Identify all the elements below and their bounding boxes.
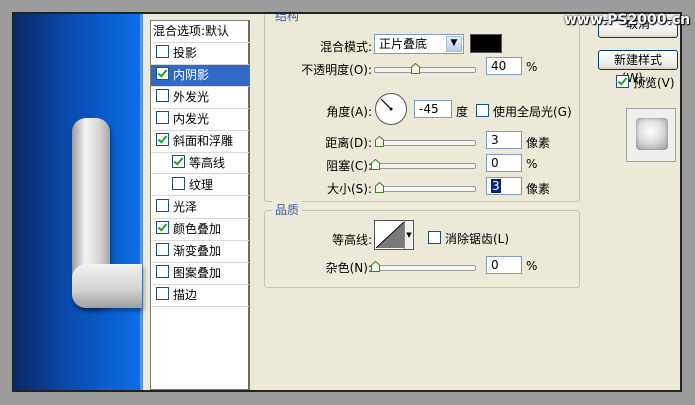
canvas-edge	[140, 14, 143, 390]
blending-options-label: 混合选项:默认	[153, 24, 230, 38]
chevron-down-icon[interactable]: ▼	[446, 36, 462, 52]
choke-input[interactable]: 0	[486, 154, 522, 172]
contour-linear-icon	[376, 222, 404, 248]
blend-mode-label: 混合模式:	[319, 40, 372, 54]
style-item-label: 外发光	[173, 90, 210, 104]
style-item-checkbox[interactable]	[156, 199, 169, 212]
angle-dial[interactable]	[374, 92, 408, 126]
style-item-checkbox[interactable]	[156, 89, 169, 102]
choke-slider-thumb[interactable]	[371, 159, 380, 170]
style-item[interactable]: 图案叠加	[151, 263, 249, 285]
opacity-unit: %	[526, 60, 538, 74]
style-item-checkbox[interactable]	[156, 133, 169, 146]
style-item-checkbox[interactable]	[172, 155, 185, 168]
noise-input[interactable]: 0	[486, 256, 522, 274]
antialias-check[interactable]	[428, 231, 441, 244]
quality-title: 品质	[272, 201, 303, 218]
style-item-label: 渐变叠加	[173, 244, 222, 258]
style-item[interactable]: 投影	[151, 43, 249, 65]
size-slider-thumb[interactable]	[375, 182, 384, 193]
distance-slider-thumb[interactable]	[375, 136, 384, 147]
letter-l-foot-artwork	[72, 264, 142, 308]
global-light-check[interactable]	[476, 104, 489, 117]
style-item-checkbox[interactable]	[156, 287, 169, 300]
style-item-checkbox[interactable]	[156, 67, 169, 80]
distance-label: 距离(D):	[325, 136, 372, 150]
choke-label: 阻塞(C):	[326, 159, 372, 173]
style-list: 混合选项:默认 投影内阴影外发光内发光斜面和浮雕等高线纹理光泽颜色叠加渐变叠加图…	[150, 20, 251, 390]
style-item[interactable]: 斜面和浮雕	[151, 131, 249, 153]
style-item-checkbox[interactable]	[156, 45, 169, 58]
choke-unit: %	[526, 157, 538, 171]
quality-group	[264, 210, 580, 288]
style-item-label: 纹理	[189, 178, 214, 192]
style-item-label: 等高线	[189, 156, 226, 170]
opacity-label: 不透明度(O):	[301, 63, 372, 77]
size-unit: 像素	[526, 182, 551, 196]
style-item-checkbox[interactable]	[156, 221, 169, 234]
blend-color-swatch[interactable]	[470, 34, 502, 53]
style-item-label: 颜色叠加	[173, 222, 222, 236]
structure-title: 结构	[272, 14, 303, 24]
opacity-input[interactable]: 40	[486, 57, 522, 75]
size-value-selected: 3	[491, 179, 501, 193]
style-item-label: 图案叠加	[173, 266, 222, 280]
contour-picker[interactable]: ▼	[374, 220, 414, 250]
style-item-label: 光泽	[173, 200, 198, 214]
contour-chevron-down-icon[interactable]: ▼	[404, 221, 413, 249]
blend-mode-value: 正片叠底	[379, 37, 428, 51]
size-input[interactable]: 3	[486, 177, 522, 195]
style-item[interactable]: 颜色叠加	[151, 219, 249, 241]
size-label: 大小(S):	[326, 182, 372, 196]
new-style-button[interactable]: 新建样式(W)...	[598, 50, 678, 85]
style-item[interactable]: 内阴影	[151, 65, 249, 87]
style-item[interactable]: 内发光	[151, 109, 249, 131]
style-item-checkbox[interactable]	[172, 177, 185, 190]
layer-style-dialog: 混合选项:默认 投影内阴影外发光内发光斜面和浮雕等高线纹理光泽颜色叠加渐变叠加图…	[12, 12, 682, 392]
angle-label: 角度(A):	[326, 105, 372, 119]
angle-unit: 度	[456, 105, 469, 119]
blend-mode-select[interactable]: 正片叠底 ▼	[374, 34, 464, 54]
inner-shadow-settings: 结构 混合模式: 正片叠底 ▼ 不透明度(O): 40 % 角度(A): -45…	[250, 14, 590, 390]
angle-dial-icon	[375, 93, 407, 125]
distance-input[interactable]: 3	[486, 131, 522, 149]
antialias-checkbox[interactable]: 消除锯齿(L)	[428, 230, 509, 247]
opacity-slider-thumb[interactable]	[411, 63, 420, 74]
angle-input[interactable]: -45	[414, 100, 452, 118]
style-item[interactable]: 等高线	[151, 153, 249, 174]
preview-check[interactable]	[616, 75, 629, 88]
global-light-checkbox[interactable]: 使用全局光(G)	[476, 103, 572, 120]
style-item-label: 描边	[173, 288, 198, 302]
noise-slider[interactable]	[371, 261, 476, 272]
style-item-label: 投影	[173, 46, 198, 60]
style-item-checkbox[interactable]	[156, 265, 169, 278]
antialias-label: 消除锯齿(L)	[445, 232, 510, 246]
global-light-label: 使用全局光(G)	[493, 105, 572, 119]
style-preview-swatch	[636, 118, 668, 150]
noise-slider-thumb[interactable]	[371, 261, 380, 272]
style-item[interactable]: 光泽	[151, 197, 249, 219]
style-item-label: 斜面和浮雕	[173, 134, 234, 148]
size-slider[interactable]	[375, 182, 476, 193]
style-item-checkbox[interactable]	[156, 111, 169, 124]
preview-checkbox[interactable]: 预览(V)	[616, 74, 675, 91]
style-item[interactable]: 外发光	[151, 87, 249, 109]
style-item-label: 内发光	[173, 112, 210, 126]
style-item[interactable]: 描边	[151, 285, 249, 307]
style-item[interactable]: 纹理	[151, 175, 249, 196]
distance-slider[interactable]	[375, 136, 476, 147]
style-item-checkbox[interactable]	[156, 243, 169, 256]
opacity-slider[interactable]	[374, 63, 476, 74]
noise-unit: %	[526, 259, 538, 273]
style-item[interactable]: 渐变叠加	[151, 241, 249, 263]
blending-options-item[interactable]: 混合选项:默认	[151, 21, 251, 43]
site-watermark: www.PS2000.cn	[564, 12, 691, 28]
style-item-label: 内阴影	[173, 68, 210, 82]
contour-label: 等高线:	[331, 233, 372, 247]
distance-unit: 像素	[526, 136, 551, 150]
noise-label: 杂色(N):	[325, 261, 372, 275]
preview-label: 预览(V)	[633, 76, 675, 90]
choke-slider[interactable]	[371, 159, 476, 170]
